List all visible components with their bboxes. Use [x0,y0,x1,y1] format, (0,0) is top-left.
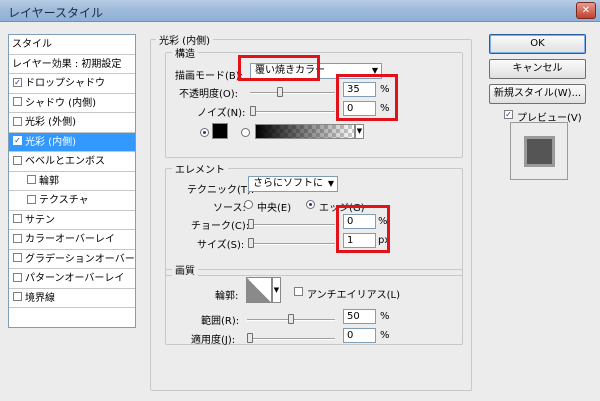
style-checkbox[interactable] [13,272,22,282]
range-unit: % [380,311,390,322]
style-list-item[interactable]: 光彩 (外側) [9,113,135,133]
style-checkbox[interactable] [13,233,22,243]
choke-slider[interactable] [248,219,335,229]
elements-title: エレメント [172,161,228,176]
opacity-slider-thumb[interactable] [277,87,283,97]
style-list-item-label: 輪郭 [39,175,59,187]
style-list-item-label: テクスチャ [39,195,89,206]
blend-mode-label: 描画モード(B): [175,71,244,82]
style-list-item[interactable]: カラーオーバーレイ [9,230,135,250]
style-list-item[interactable]: サテン [9,211,135,230]
style-list-item[interactable]: シャドウ (内側) [9,94,135,113]
jitter-slider-thumb[interactable] [247,333,253,343]
size-slider-thumb[interactable] [248,238,254,248]
style-preview [510,122,568,180]
structure-title: 構造 [172,45,198,60]
source-center-radio[interactable] [244,200,253,209]
noise-slider[interactable] [250,106,335,116]
style-checkbox[interactable] [13,214,22,223]
technique-value: さらにソフトに [253,178,323,189]
style-checkbox[interactable] [13,155,22,165]
range-slider-thumb[interactable] [288,314,294,324]
title-bar: レイヤースタイル ✕ [0,0,600,22]
new-style-button[interactable]: 新規スタイル(W)... [489,84,586,104]
opacity-label: 不透明度(O): [179,89,239,100]
style-checkbox[interactable] [13,292,22,301]
source-label: ソース: [213,203,246,214]
style-list-item-label: 境界線 [25,292,55,304]
style-list-item-label: ドロップシャドウ [25,78,105,89]
choke-slider-thumb[interactable] [248,219,254,229]
style-list-item[interactable]: 境界線 [9,289,135,308]
jitter-unit: % [380,330,390,341]
style-list-item[interactable]: ドロップシャドウ [9,74,135,94]
antialias-label[interactable]: アンチエイリアス(L) [307,286,400,301]
source-center-label[interactable]: 中央(E) [257,199,291,214]
choke-label: チョーク(C): [191,221,250,232]
opacity-slider[interactable] [250,87,335,97]
contour-picker[interactable] [246,277,272,303]
style-checkbox[interactable] [27,194,36,204]
noise-label: ノイズ(N): [197,108,246,119]
range-slider[interactable] [247,314,335,324]
style-list-item-label: 光彩 (内側) [25,136,76,148]
jitter-slider[interactable] [247,333,335,343]
jitter-field[interactable]: 0 [343,328,376,343]
range-field[interactable]: 50 [343,309,376,324]
style-checkbox[interactable] [13,253,22,262]
glow-gradient-picker[interactable] [255,124,355,139]
size-slider[interactable] [248,238,335,248]
style-list-item[interactable]: 光彩 (内側) [9,132,135,152]
gradient-dropdown[interactable]: ▼ [355,124,364,139]
style-list-item-label: パターンオーバーレイ [25,273,125,284]
window-title: レイヤースタイル [8,6,104,20]
noise-slider-thumb[interactable] [250,106,256,116]
style-checkbox[interactable] [13,77,22,87]
technique-label: テクニック(T): [187,185,255,196]
style-list-item[interactable]: ベベルとエンボス [9,152,135,172]
style-list-item[interactable]: スタイル [9,35,135,55]
antialias-checkbox[interactable] [294,287,303,296]
highlight-box [336,74,398,121]
style-checkbox[interactable] [13,97,22,106]
ok-button[interactable]: OK [489,34,586,54]
style-checkbox[interactable] [13,116,22,126]
style-list: スタイルレイヤー効果 : 初期設定ドロップシャドウシャドウ (内側) 光彩 (外側… [8,34,136,328]
quality-title: 画質 [172,262,198,277]
style-list-item-label: サテン [25,214,55,226]
chevron-down-icon: ▼ [327,179,334,188]
style-list-item[interactable]: 輪郭 [9,172,135,191]
contour-label: 輪郭: [215,291,239,302]
style-list-item[interactable]: パターンオーバーレイ [9,269,135,289]
style-list-item-label: スタイル [12,39,52,50]
dialog-body: スタイルレイヤー効果 : 初期設定ドロップシャドウシャドウ (内側) 光彩 (外側… [0,22,600,401]
size-label: サイズ(S): [197,240,245,251]
style-preview-swatch [524,136,555,167]
technique-select[interactable]: さらにソフトに ▼ [248,176,338,192]
close-icon[interactable]: ✕ [576,2,596,19]
style-list-item-label: ベベルとエンボス [25,156,105,167]
highlight-box [238,55,320,81]
glow-color-swatch[interactable] [212,123,228,139]
highlight-box [336,205,390,253]
style-list-item-label: 光彩 (外側) [25,117,76,128]
style-list-item[interactable]: テクスチャ [9,191,135,211]
style-list-item-label: シャドウ (内側) [25,97,96,109]
style-list-item-label: カラーオーバーレイ [25,234,115,245]
style-list-item-label: レイヤー効果 : 初期設定 [12,58,122,70]
source-edge-radio[interactable] [306,200,315,209]
gradient-radio[interactable] [241,128,250,137]
style-checkbox[interactable] [27,175,36,184]
cancel-button[interactable]: キャンセル [489,59,586,79]
color-radio[interactable] [200,128,209,137]
contour-dropdown[interactable]: ▼ [272,277,281,303]
style-list-item-label: グラデーションオーバーレイ [25,253,135,265]
range-label: 範囲(R): [201,316,240,327]
style-list-item[interactable]: レイヤー効果 : 初期設定 [9,55,135,74]
jitter-label: 適用度(J): [191,335,236,346]
style-list-item[interactable]: グラデーションオーバーレイ [9,250,135,269]
style-checkbox[interactable] [13,136,22,145]
preview-checkbox[interactable] [504,110,513,119]
